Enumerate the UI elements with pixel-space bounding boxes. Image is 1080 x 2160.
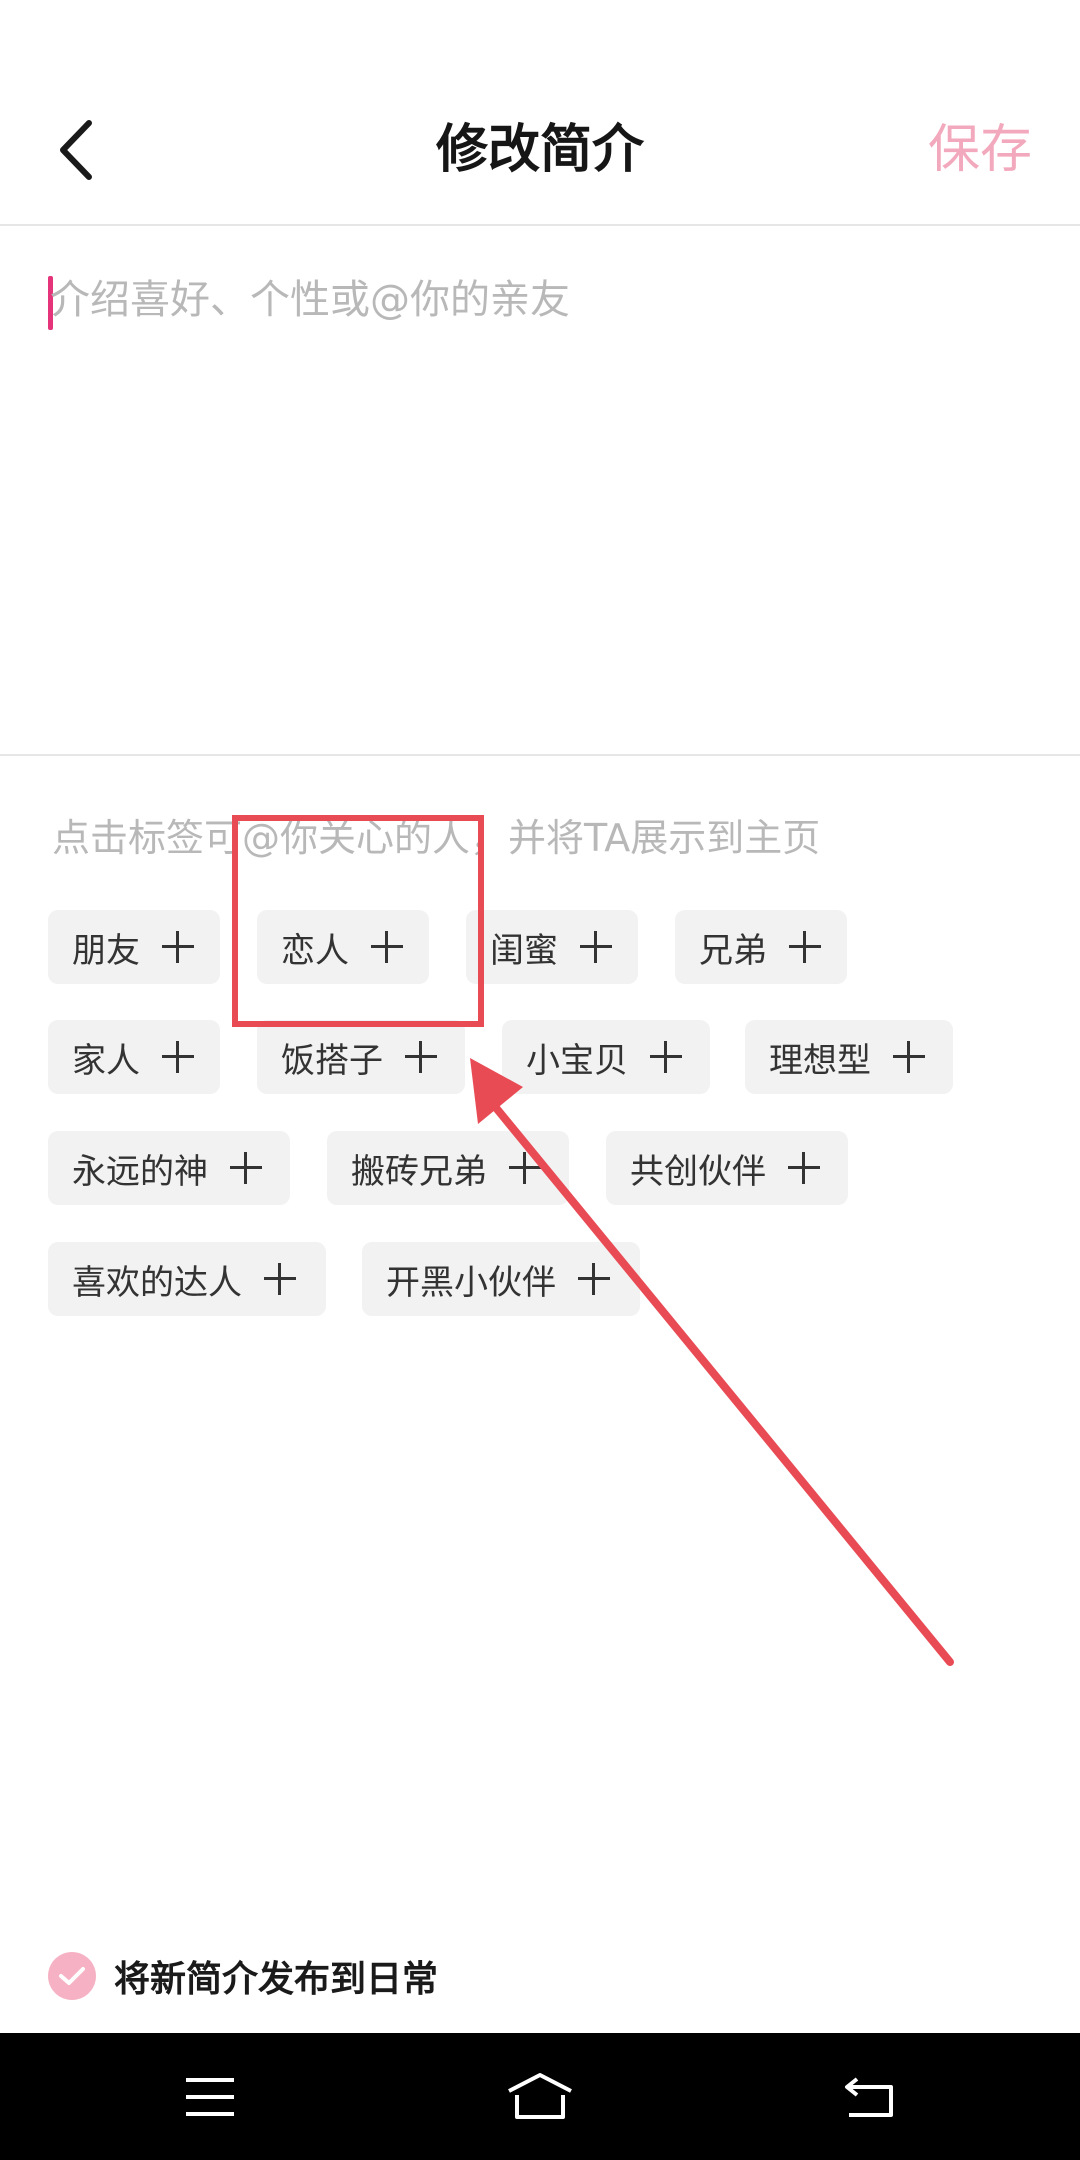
tag-label: 小宝贝	[526, 1040, 628, 1081]
highlight-box	[232, 815, 484, 1027]
system-nav-bar	[0, 2033, 1080, 2160]
tag-bestie[interactable]: 闺蜜	[466, 910, 638, 984]
header: 修改简介 保存	[0, 0, 1080, 226]
tag-favorite-creator[interactable]: 喜欢的达人	[48, 1242, 326, 1316]
tag-ideal-type[interactable]: 理想型	[745, 1020, 953, 1094]
tag-label: 家人	[72, 1040, 140, 1081]
plus-icon	[162, 931, 194, 963]
plus-icon	[509, 1152, 541, 1184]
tag-label: 兄弟	[699, 930, 767, 971]
tag-label: 饭搭子	[281, 1040, 383, 1081]
tag-family[interactable]: 家人	[48, 1020, 220, 1094]
intro-area	[0, 226, 1080, 756]
checkbox-checked-icon[interactable]	[48, 1952, 96, 2000]
menu-icon	[186, 2077, 234, 2116]
tag-label: 闺蜜	[490, 930, 558, 971]
tag-forever-god[interactable]: 永远的神	[48, 1131, 290, 1205]
plus-icon	[578, 1263, 610, 1295]
tag-work-buddy[interactable]: 搬砖兄弟	[327, 1131, 569, 1205]
plus-icon	[789, 931, 821, 963]
plus-icon	[893, 1041, 925, 1073]
tag-label: 共创伙伴	[630, 1151, 766, 1192]
plus-icon	[230, 1152, 262, 1184]
tag-friend[interactable]: 朋友	[48, 910, 220, 984]
tag-label: 喜欢的达人	[72, 1262, 242, 1303]
publish-label: 将新简介发布到日常	[114, 1959, 439, 2000]
tag-gaming-buddy[interactable]: 开黑小伙伴	[362, 1242, 640, 1316]
tag-brother[interactable]: 兄弟	[675, 910, 847, 984]
plus-icon	[650, 1041, 682, 1073]
intro-input[interactable]	[50, 270, 1030, 710]
plus-icon	[580, 931, 612, 963]
save-button[interactable]: 保存	[928, 112, 1032, 188]
plus-icon	[264, 1263, 296, 1295]
nav-home-button[interactable]	[460, 2033, 620, 2160]
tag-label: 开黑小伙伴	[386, 1262, 556, 1303]
tag-label: 理想型	[769, 1040, 871, 1081]
plus-icon	[788, 1152, 820, 1184]
plus-icon	[162, 1041, 194, 1073]
tag-label: 永远的神	[72, 1151, 208, 1192]
tag-label: 朋友	[72, 930, 140, 971]
tag-little-baby[interactable]: 小宝贝	[502, 1020, 710, 1094]
tag-co-creator[interactable]: 共创伙伴	[606, 1131, 848, 1205]
tag-meal-buddy[interactable]: 饭搭子	[257, 1020, 465, 1094]
plus-icon	[405, 1041, 437, 1073]
tag-label: 搬砖兄弟	[351, 1151, 487, 1192]
home-icon	[508, 2072, 572, 2119]
page-title: 修改简介	[435, 120, 644, 180]
publish-option[interactable]: 将新简介发布到日常	[48, 1950, 438, 2002]
back-icon	[845, 2076, 893, 2117]
nav-menu-button[interactable]	[130, 2033, 290, 2160]
nav-back-button[interactable]	[790, 2033, 950, 2160]
